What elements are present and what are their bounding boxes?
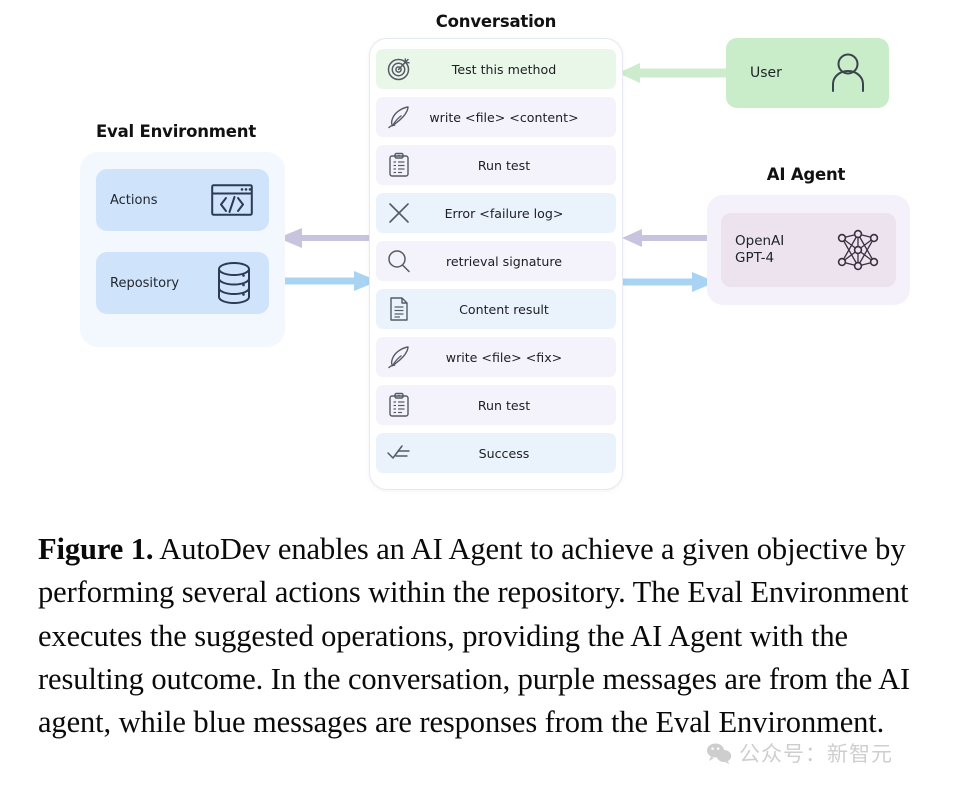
conversation-message-label: Run test (477, 157, 531, 173)
conversation-message[interactable]: Content result (376, 289, 616, 329)
figure-caption-text: AutoDev enables an AI Agent to achieve a… (38, 532, 911, 740)
magnifier-icon (382, 247, 416, 275)
eval-box-repository-label: Repository (110, 275, 180, 291)
user-card[interactable]: User (726, 38, 889, 108)
arrow-user-to-conversation (618, 63, 730, 83)
figure-caption-lead: Figure 1. (38, 532, 154, 566)
conversation-message[interactable]: retrieval signature (376, 241, 616, 281)
document-icon (382, 295, 416, 323)
figure-caption: Figure 1. AutoDev enables an AI Agent to… (38, 528, 922, 744)
ai-agent-model-box[interactable]: OpenAI GPT-4 (721, 213, 896, 287)
eval-box-repository[interactable]: Repository (96, 252, 269, 314)
eval-environment-title: Eval Environment (95, 122, 257, 141)
eval-box-actions[interactable]: Actions (96, 169, 269, 231)
conversation-message[interactable]: write <file> <fix> (376, 337, 616, 377)
conversation-message[interactable]: Error <failure log> (376, 193, 616, 233)
conversation-message-label: Success (478, 445, 530, 461)
conversation-message-label: Test this method (451, 61, 557, 77)
conversation-card: Test this method write <file> <content> Ru… (369, 38, 623, 490)
conversation-message-label: Run test (477, 397, 531, 413)
arrow-eval-to-conversation (280, 271, 378, 291)
checklist-icon (382, 439, 416, 467)
conversation-message-label: write <file> <content> (429, 109, 579, 125)
feather-pen-icon (382, 103, 416, 131)
arrow-agent-to-conversation (622, 229, 714, 247)
clipboard-icon (382, 151, 416, 179)
conversation-message-label: write <file> <fix> (445, 349, 563, 365)
conversation-message[interactable]: write <file> <content> (376, 97, 616, 137)
conversation-message-label: Error <failure log> (444, 205, 564, 221)
conversation-message[interactable]: Run test (376, 385, 616, 425)
arrow-conversation-to-agent (620, 272, 716, 292)
conversation-message[interactable]: Test this method (376, 49, 616, 89)
eval-environment-panel: Actions Repository (80, 152, 285, 347)
person-icon (829, 51, 867, 95)
user-label: User (750, 65, 782, 81)
target-icon (382, 55, 416, 83)
code-window-icon (211, 184, 253, 216)
conversation-message-label: retrieval signature (445, 253, 562, 269)
ai-agent-panel: OpenAI GPT-4 (707, 195, 910, 305)
database-icon (215, 261, 253, 305)
ai-agent-title: AI Agent (766, 165, 846, 184)
eval-box-actions-label: Actions (110, 192, 158, 208)
figure-diagram: Conversation Test this method write <file… (0, 0, 960, 510)
ai-agent-model-label: OpenAI GPT-4 (735, 232, 785, 266)
conversation-message[interactable]: Success (376, 433, 616, 473)
feather-pen-icon (382, 343, 416, 371)
conversation-title: Conversation (435, 12, 557, 31)
neural-network-icon (834, 226, 882, 274)
arrow-conversation-to-eval (278, 228, 374, 248)
x-cross-icon (382, 199, 416, 227)
wechat-icon (706, 742, 732, 764)
conversation-message[interactable]: Run test (376, 145, 616, 185)
conversation-message-label: Content result (459, 301, 549, 317)
clipboard-icon (382, 391, 416, 419)
